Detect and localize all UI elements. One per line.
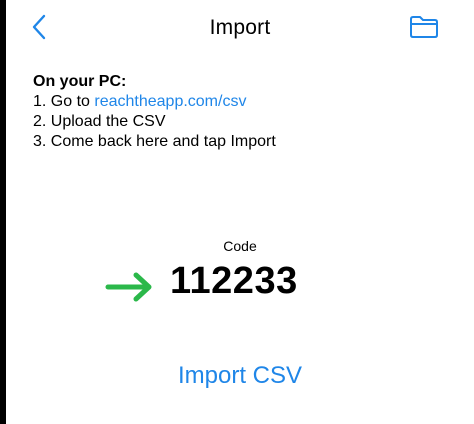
instructions-heading: On your PC: — [33, 73, 127, 90]
step-2: 2. Upload the CSV — [33, 113, 166, 130]
step-1: 1. Go to reachtheapp.com/csv — [33, 92, 453, 112]
code-label: Code — [223, 238, 257, 254]
step-3: 3. Come back here and tap Import — [33, 133, 276, 150]
website-link[interactable]: reachtheapp.com/csv — [94, 93, 246, 110]
step-1-text: 1. Go to — [33, 93, 95, 110]
folder-icon — [410, 16, 438, 38]
navigation-bar: Import — [6, 0, 474, 56]
instructions: On your PC: 1. Go to reachtheapp.com/csv… — [33, 72, 453, 152]
code-value: 112233 — [170, 260, 298, 302]
folder-button[interactable] — [408, 14, 440, 40]
import-screen: Import On your PC: 1. Go to reachtheapp.… — [6, 0, 474, 424]
arrow-right-icon — [105, 272, 152, 302]
import-csv-button[interactable]: Import CSV — [6, 362, 474, 390]
page-title: Import — [209, 16, 271, 39]
